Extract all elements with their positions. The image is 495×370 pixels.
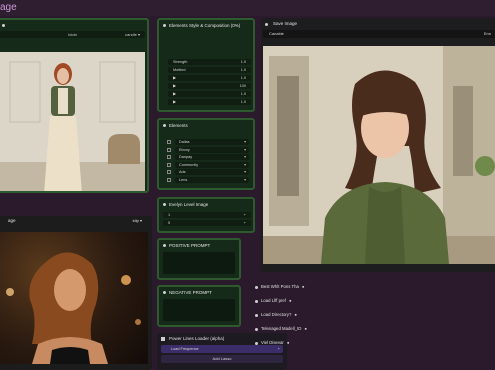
option-row-1[interactable]: Best Whlt Pons Tha ● <box>255 280 495 294</box>
image-node-2-header: age ldlp ▾ <box>8 218 142 223</box>
preview-image-woman-street <box>263 46 495 264</box>
node-dot-icon <box>2 24 5 27</box>
style-row-3[interactable]: ▶ 1.0 <box>168 75 251 81</box>
negative-prompt-input[interactable] <box>163 299 235 321</box>
image-selector[interactable]: Idoln candle ▾ <box>0 31 145 38</box>
style-row-mottled[interactable]: Mottled 1.0 <box>168 67 251 73</box>
checkbox[interactable] <box>167 162 171 167</box>
chevron-down-icon: ▾ <box>244 155 246 159</box>
preview-image-woman-night <box>0 232 148 364</box>
node-dot-icon <box>255 299 258 303</box>
node-dot-icon <box>163 203 166 206</box>
chevron-down-icon: ▾ <box>244 140 246 144</box>
style-row-6[interactable]: ▶ 1.0 <box>168 99 251 105</box>
chevron-down-icon: ▾ <box>244 170 246 174</box>
node-dot-icon <box>163 244 166 247</box>
level-image-header: Evelyn Level Image <box>159 199 253 210</box>
option-row-5[interactable]: Viel Disevar ● <box>255 336 495 350</box>
node-dot-icon <box>163 24 166 27</box>
element-row-3[interactable]: Danpay ▾ <box>161 154 251 160</box>
image-node-1[interactable]: Idoln candle ▾ <box>0 18 149 193</box>
checkbox[interactable] <box>167 147 171 152</box>
save-filename-bar[interactable]: Canable Enn <box>263 30 495 38</box>
style-composition-header: Elements Style & Composition (0%) <box>159 20 253 31</box>
element-row-2[interactable]: Ebony ▾ <box>161 146 251 153</box>
node-dot-icon <box>255 313 258 317</box>
node-dot-icon <box>163 124 166 127</box>
style-row-4[interactable]: ▶ 100 <box>168 83 251 89</box>
woman-street-illustration <box>263 46 495 264</box>
positive-prompt-input[interactable] <box>163 252 235 274</box>
checkbox[interactable] <box>167 177 171 182</box>
save-image-header: Save Image <box>261 18 495 30</box>
node-dot-icon <box>255 285 258 289</box>
save-image-node[interactable]: Save Image Canable Enn <box>261 18 495 272</box>
chevron-down-icon: ▾ <box>244 147 246 152</box>
options-list: Best Whlt Pons Tha ● Load Llff pref ● Load… <box>255 280 495 350</box>
element-row-4[interactable]: Community ▾ <box>161 161 251 168</box>
checkbox[interactable] <box>167 140 171 144</box>
style-row-strength[interactable]: Strength 1.0 <box>168 59 251 65</box>
style-row-5[interactable]: ▶ 1.0 <box>168 91 251 97</box>
option-row-4[interactable]: Telenaged Madell_ID ● <box>255 322 495 336</box>
node-dot-icon <box>265 22 268 26</box>
negative-prompt-node[interactable]: NEGATIVE PROMPT <box>157 285 241 327</box>
elements-header: Elements <box>159 120 253 131</box>
app-title: age <box>0 2 17 13</box>
image-node-2[interactable]: age ldlp ▾ <box>0 216 152 370</box>
preview-image-woman-room <box>0 52 145 191</box>
checkbox[interactable] <box>167 170 171 174</box>
chevron-down-icon: ▾ <box>244 162 246 167</box>
woman-room-illustration <box>0 52 145 191</box>
style-composition-node[interactable]: Elements Style & Composition (0%) Streng… <box>157 18 255 112</box>
chevron-down-icon: ▾ <box>244 177 246 182</box>
plus-icon: + <box>243 213 246 217</box>
elements-node[interactable]: Elements Dallas ▾ Ebony ▾ Danpay ▾ Communit… <box>157 118 255 190</box>
element-row-5[interactable]: Ads ▾ <box>161 169 251 175</box>
negative-prompt-header: NEGATIVE PROMPT <box>159 287 239 298</box>
node-dot-icon <box>255 341 258 345</box>
positive-prompt-node[interactable]: POSITIVE PROMPT <box>157 238 241 280</box>
node-dot-icon <box>255 327 258 331</box>
plus-icon: + <box>243 221 246 225</box>
option-row-2[interactable]: Load Llff pref ● <box>255 294 495 308</box>
add-lasso-button[interactable]: Add Lasso <box>161 355 283 363</box>
node-dot-icon <box>163 291 166 294</box>
level-image-node[interactable]: Evelyn Level Image 1 + 5 + <box>157 197 255 233</box>
level-row-2[interactable]: 5 + <box>163 220 251 226</box>
positive-prompt-header: POSITIVE PROMPT <box>159 240 239 251</box>
checkbox[interactable] <box>167 155 171 159</box>
element-row-6[interactable]: Lens ▾ <box>161 176 251 183</box>
node-dot-icon <box>161 337 165 341</box>
woman-night-illustration <box>6 252 141 364</box>
level-row-1[interactable]: 1 + <box>163 212 251 218</box>
option-row-3[interactable]: Load Directory? ● <box>255 308 495 322</box>
element-row-1[interactable]: Dallas ▾ <box>161 139 251 145</box>
image-node-1-header <box>0 20 147 31</box>
title-bar: age <box>0 0 495 16</box>
